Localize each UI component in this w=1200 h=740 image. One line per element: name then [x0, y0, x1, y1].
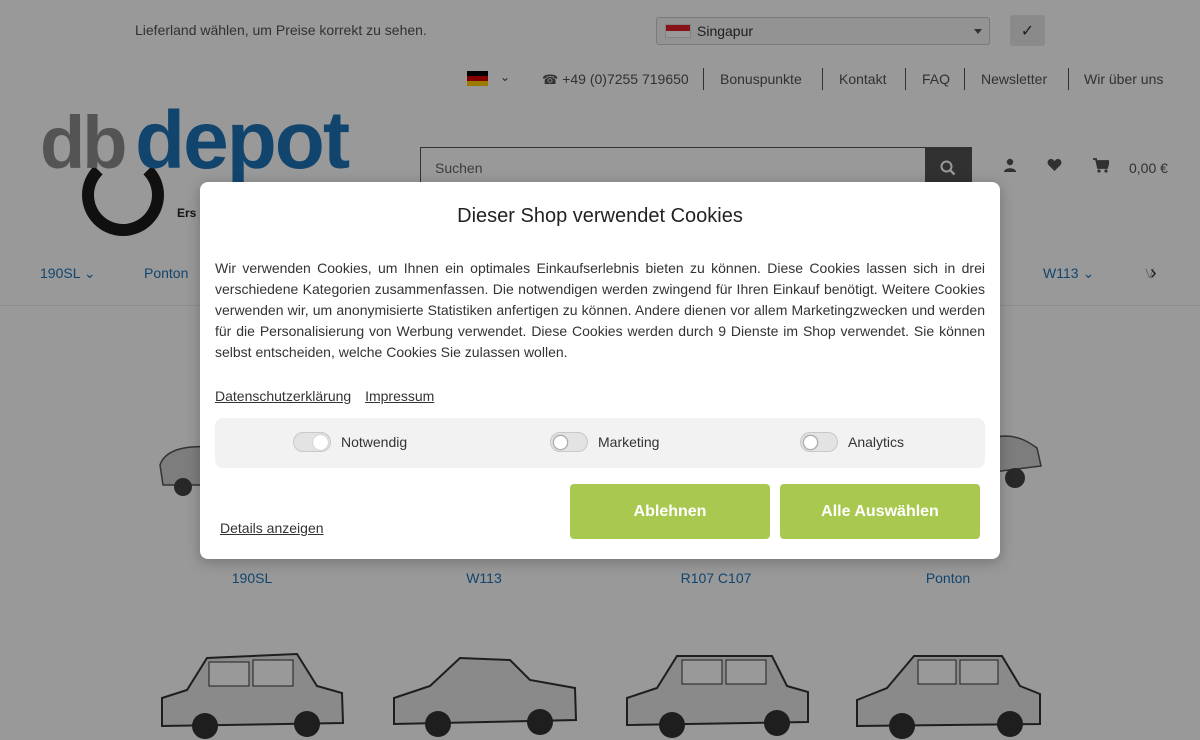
toggle-label: Analytics [848, 434, 905, 450]
toggle-switch[interactable] [800, 432, 838, 452]
toggle-label: Marketing [598, 434, 660, 450]
cookie-consent-dialog: Dieser Shop verwendet Cookies Wir verwen… [200, 182, 1000, 559]
cookie-category-toggles: Notwendig Marketing Analytics [215, 418, 985, 468]
decline-button[interactable]: Ablehnen [570, 484, 770, 539]
cookie-dialog-body: Wir verwenden Cookies, um Ihnen ein opti… [215, 260, 985, 360]
imprint-link[interactable]: Impressum [365, 388, 434, 404]
toggle-switch[interactable] [550, 432, 588, 452]
toggle-notwendig[interactable]: Notwendig [293, 432, 407, 452]
toggle-marketing[interactable]: Marketing [550, 432, 659, 452]
toggle-analytics[interactable]: Analytics [800, 432, 904, 452]
details-link[interactable]: Details anzeigen [220, 520, 324, 536]
cookie-dialog-links: Datenschutzerklärung Impressum [215, 388, 444, 404]
privacy-policy-link[interactable]: Datenschutzerklärung [215, 388, 351, 404]
accept-all-button[interactable]: Alle Auswählen [780, 484, 980, 539]
toggle-label: Notwendig [341, 434, 408, 450]
cookie-dialog-title: Dieser Shop verwendet Cookies [457, 205, 743, 227]
toggle-switch[interactable] [293, 432, 331, 452]
